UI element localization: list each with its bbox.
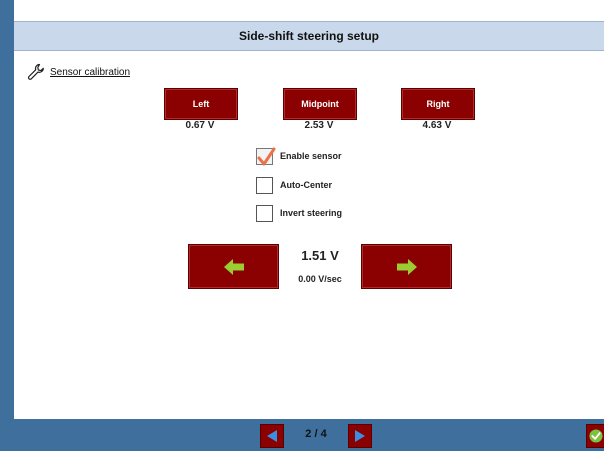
confirm-button[interactable]: [586, 424, 604, 448]
steering-voltage: 1.51 V: [301, 248, 339, 263]
right-voltage-value: 4.63 V: [422, 120, 452, 131]
enable-sensor-option[interactable]: Enable sensor: [256, 146, 342, 166]
auto-center-checkbox[interactable]: [256, 176, 273, 194]
checkmark-icon: [257, 147, 276, 165]
midpoint-voltage-value: 2.53 V: [304, 120, 334, 131]
next-page-button[interactable]: [348, 424, 372, 448]
steer-left-button[interactable]: [188, 244, 279, 289]
arrow-left-icon: [223, 258, 244, 275]
enable-sensor-checkbox[interactable]: [256, 147, 276, 165]
page-indicator: 2 / 4: [305, 428, 327, 440]
triangle-left-icon: [267, 430, 277, 442]
enable-sensor-label: Enable sensor: [280, 151, 342, 161]
top-strip: [14, 0, 604, 21]
calibrate-right-button[interactable]: Right: [401, 88, 475, 120]
section-label[interactable]: Sensor calibration: [50, 67, 130, 78]
steer-right-button[interactable]: [361, 244, 452, 289]
calibrate-midpoint-button[interactable]: Midpoint: [283, 88, 357, 120]
invert-steering-option[interactable]: Invert steering: [256, 203, 342, 223]
invert-steering-checkbox[interactable]: [256, 204, 273, 222]
wrench-icon: [26, 62, 46, 82]
previous-page-button[interactable]: [260, 424, 284, 448]
invert-steering-label: Invert steering: [280, 208, 343, 218]
steering-rate: 0.00 V/sec: [298, 274, 342, 284]
arrow-right-icon: [396, 258, 417, 275]
auto-center-option[interactable]: Auto-Center: [256, 175, 332, 195]
calibrate-left-button[interactable]: Left: [164, 88, 238, 120]
left-voltage-value: 0.67 V: [185, 120, 215, 131]
checkmark-circle-icon: [589, 429, 603, 443]
page-title: Side-shift steering setup: [14, 21, 604, 51]
section-header: Sensor calibration: [26, 62, 130, 82]
window-frame: [0, 0, 14, 451]
triangle-right-icon: [355, 430, 365, 442]
auto-center-label: Auto-Center: [280, 180, 332, 190]
